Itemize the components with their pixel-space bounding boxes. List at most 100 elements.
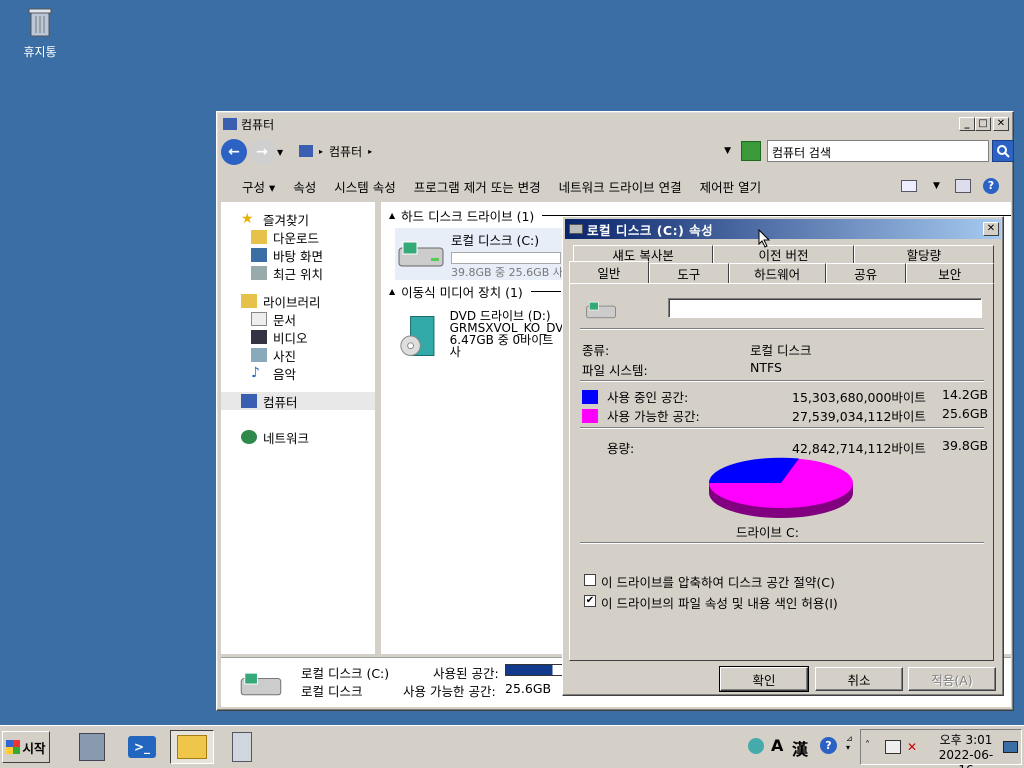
search-input[interactable]: 컴퓨터 검색 (767, 140, 989, 162)
index-checkbox[interactable]: ✔ (584, 595, 596, 607)
network-tray-icon[interactable] (885, 740, 901, 754)
properties-dialog[interactable]: 로컬 디스크 (C:) 속성 ✕ 섀도 복사본 이전 버전 할당량 일반 도구 … (562, 216, 1004, 696)
used-color-swatch (582, 390, 598, 404)
notification-area: ˄ ✕ 오후 3:01 2022-06-16 (860, 729, 1022, 768)
explorer-taskbar-button[interactable] (170, 730, 214, 764)
search-button[interactable] (992, 140, 1014, 162)
powershell-button[interactable]: >_ (124, 730, 160, 764)
maximize-button[interactable]: □ (975, 117, 991, 131)
minimize-button[interactable]: _ (959, 117, 975, 131)
dialog-title: 로컬 디스크 (C:) 속성 (587, 222, 714, 238)
compress-checkbox[interactable] (584, 574, 596, 586)
properties-button[interactable]: 속성 (284, 177, 325, 196)
breadcrumb-separator-icon[interactable]: ▸ (319, 147, 323, 156)
type-value: 로컬 디스크 (750, 343, 812, 358)
ok-button[interactable]: 확인 (719, 666, 809, 692)
separator (580, 542, 984, 544)
explorer-titlebar[interactable]: 컴퓨터 _ □ ✕ (219, 114, 1011, 134)
compress-label[interactable]: 이 드라이브를 압축하여 디스크 공간 절약(C) (601, 572, 835, 591)
forward-button[interactable]: → (249, 139, 275, 165)
tab-hardware[interactable]: 하드웨어 (728, 263, 826, 283)
system-properties-button[interactable]: 시스템 속성 (325, 177, 404, 196)
volume-muted-icon[interactable]: ✕ (907, 740, 923, 754)
view-options-icon[interactable] (901, 180, 917, 192)
history-dropdown-icon[interactable]: ▼ (277, 148, 283, 157)
free-color-swatch (582, 409, 598, 423)
dialog-close-button[interactable]: ✕ (983, 222, 999, 236)
tab-previous-versions[interactable]: 이전 버전 (713, 245, 854, 263)
drive-d-item[interactable]: DVD 드라이브 (D:) GRMSXVOL_KO_DV 6.47GB 중 0바… (395, 310, 565, 362)
tab-tools[interactable]: 도구 (648, 263, 729, 283)
tab-security[interactable]: 보안 (905, 263, 994, 283)
nav-libraries[interactable]: 라이브러리 (221, 292, 375, 310)
breadcrumb-chevron-icon[interactable]: ▸ (368, 147, 372, 156)
nav-downloads[interactable]: 다운로드 (221, 228, 375, 246)
nav-favorites[interactable]: ★ 즐겨찾기 (221, 210, 375, 228)
tab-row-front: 일반 도구 하드웨어 공유 보안 (569, 261, 994, 283)
cancel-button[interactable]: 취소 (815, 667, 903, 691)
refresh-button[interactable] (741, 141, 761, 161)
window-title: 컴퓨터 (241, 117, 275, 132)
nav-label: 바탕 화면 (273, 248, 323, 264)
view-dropdown-icon[interactable]: ▼ (933, 181, 940, 191)
drive-c-item[interactable]: 로컬 디스크 (C:) 39.8GB 중 25.6GB 사 (395, 228, 565, 280)
ime-mode-a[interactable]: A (771, 736, 783, 755)
address-field[interactable]: ▸ 컴퓨터 ▸ ▼ (295, 140, 739, 162)
show-desktop-icon[interactable] (1003, 741, 1018, 753)
start-button[interactable]: 시작 (2, 731, 50, 763)
organize-button[interactable]: 구성 ▾ (233, 177, 284, 196)
details-free-value: 25.6GB (505, 681, 552, 696)
dialog-titlebar[interactable]: 로컬 디스크 (C:) 속성 ✕ (565, 219, 1001, 239)
drive-c-usage-bar (451, 252, 561, 264)
close-button[interactable]: ✕ (993, 117, 1009, 131)
nav-recent[interactable]: 최근 위치 (221, 264, 375, 282)
ime-hanja[interactable]: 漢 (792, 736, 808, 760)
used-label: 사용 중인 공간: (607, 390, 689, 405)
tab-sharing[interactable]: 공유 (825, 263, 906, 283)
computer-icon (241, 394, 257, 408)
nav-desktop[interactable]: 바탕 화면 (221, 246, 375, 264)
hard-drive-icon (586, 301, 616, 319)
collapse-icon: ▲ (389, 210, 396, 220)
ime-options-icon[interactable]: ⊿ ▾ (846, 734, 853, 752)
show-hidden-icons-icon[interactable]: ˄ (865, 740, 870, 751)
map-network-drive-button[interactable]: 네트워크 드라이브 연결 (550, 177, 691, 196)
nav-label: 비디오 (273, 330, 308, 346)
ime-help-icon[interactable]: ? (820, 737, 837, 754)
help-icon[interactable]: ? (983, 178, 999, 194)
nav-music[interactable]: ♪ 음악 (221, 364, 375, 382)
index-label[interactable]: 이 드라이브의 파일 속성 및 내용 색인 허용(I) (601, 593, 838, 612)
apply-button[interactable]: 적용(A) (908, 667, 996, 691)
details-used-label: 사용된 공간: (433, 666, 499, 681)
nav-network[interactable]: 네트워크 (221, 428, 375, 446)
used-bytes: 15,303,680,000바이트 (792, 390, 926, 405)
nav-computer[interactable]: 컴퓨터 (221, 392, 375, 410)
address-dropdown-icon[interactable]: ▼ (724, 146, 731, 156)
nav-videos[interactable]: 비디오 (221, 328, 375, 346)
hard-drive-icon (398, 241, 444, 267)
drive-label: 드라이브 C: (736, 525, 799, 540)
server-manager-button[interactable] (74, 730, 110, 764)
nav-documents[interactable]: 문서 (221, 310, 375, 328)
uninstall-program-button[interactable]: 프로그램 제거 또는 변경 (405, 177, 550, 196)
documents-icon (251, 312, 267, 326)
nav-label: 음악 (273, 366, 297, 382)
star-icon: ★ (241, 211, 254, 227)
app-button[interactable] (224, 730, 260, 764)
clock[interactable]: 오후 3:01 2022-06-16 (935, 733, 997, 768)
navigation-pane: ★ 즐겨찾기 다운로드 바탕 화면 최근 위치 라이브러리 문서 비디오 사진 ♪… (221, 202, 378, 654)
volume-label-input[interactable] (668, 298, 982, 318)
tab-general[interactable]: 일반 (569, 261, 649, 283)
recycle-bin[interactable]: 휴지통 (14, 6, 66, 60)
tab-quota[interactable]: 할당량 (853, 245, 994, 263)
ime-pencil-icon[interactable] (748, 738, 764, 754)
breadcrumb[interactable]: 컴퓨터 (329, 143, 362, 160)
open-control-panel-button[interactable]: 제어판 열기 (691, 177, 770, 196)
back-button[interactable]: ← (221, 139, 247, 165)
clock-time: 오후 3:01 (939, 733, 993, 747)
nav-label: 즐겨찾기 (263, 212, 310, 228)
preview-pane-icon[interactable] (955, 179, 971, 193)
nav-label: 문서 (273, 312, 297, 328)
search-icon (997, 145, 1010, 158)
nav-pictures[interactable]: 사진 (221, 346, 375, 364)
